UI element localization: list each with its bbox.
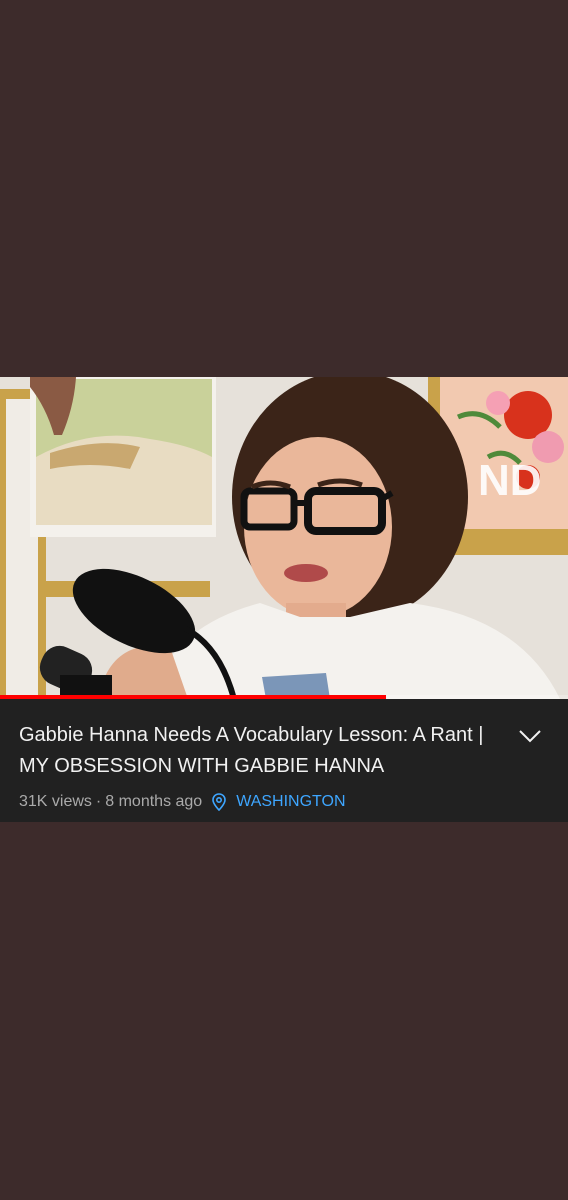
video-info-panel: Gabbie Hanna Needs A Vocabulary Lesson: …: [0, 699, 568, 822]
location-link[interactable]: WASHINGTON: [236, 793, 345, 811]
video-frame: ND: [0, 377, 568, 699]
chevron-down-icon: [519, 730, 541, 743]
video-player[interactable]: ND: [0, 377, 568, 699]
video-meta: 31K views · 8 months ago WASHINGTON: [19, 791, 346, 813]
location-pin-icon: [212, 793, 227, 811]
upload-age: 8 months ago: [105, 793, 203, 810]
view-count: 31K views: [19, 793, 92, 810]
expand-description-button[interactable]: [516, 725, 544, 747]
meta-separator: ·: [95, 793, 102, 810]
video-title[interactable]: Gabbie Hanna Needs A Vocabulary Lesson: …: [19, 720, 499, 782]
svg-text:ND: ND: [478, 456, 542, 505]
